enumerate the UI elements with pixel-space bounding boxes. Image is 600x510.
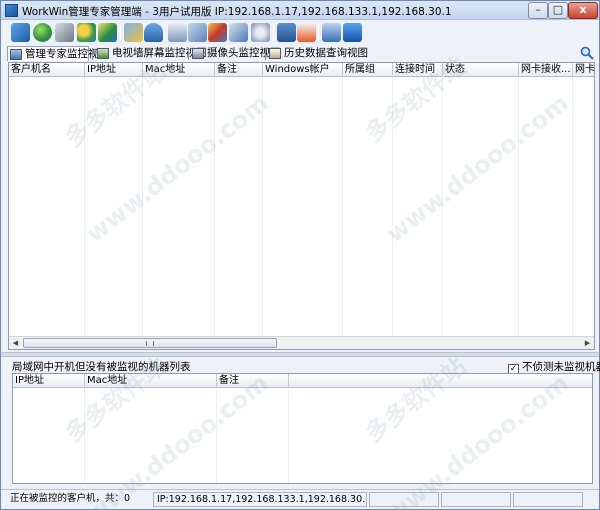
column-line	[216, 388, 217, 483]
toolbar-separator	[318, 24, 319, 41]
column-header[interactable]: 连接时间	[393, 63, 443, 77]
column-line	[142, 77, 143, 337]
remote-screen-icon[interactable]	[208, 23, 227, 42]
toolbar-separator	[164, 24, 165, 41]
user-info-icon[interactable]	[188, 23, 207, 42]
column-line	[518, 77, 519, 337]
column-line	[342, 77, 343, 337]
toolbar-separator	[120, 24, 121, 41]
scroll-right-icon[interactable]: ▶	[581, 337, 594, 349]
resize-grip-icon[interactable]	[585, 492, 597, 507]
status-bar: 正在被监控的客户机，共：0 IP:192.168.1.17,192.168.13…	[1, 489, 599, 509]
tab-manager-view[interactable]: 管理专家监控视图	[7, 46, 109, 61]
scroll-left-icon[interactable]: ◀	[9, 337, 22, 349]
column-line	[392, 77, 393, 337]
tab-camera-view[interactable]: 摄像头监控视图	[190, 46, 281, 61]
help-icon[interactable]	[343, 23, 362, 42]
export-icon[interactable]	[277, 23, 296, 42]
tab-history-view[interactable]: 历史数据查询视图	[267, 46, 368, 61]
config-icon[interactable]	[55, 23, 74, 42]
users-icon[interactable]	[77, 23, 96, 42]
window-title: WorkWin管理专家管理端 - 3用户试用版 IP:192.168.1.17,…	[22, 6, 452, 18]
tv-wall-icon	[97, 48, 109, 59]
monitor-icon[interactable]	[144, 23, 163, 42]
column-line	[84, 77, 85, 337]
column-header[interactable]: 客户机名	[9, 63, 85, 77]
client-grid[interactable]: 客户机名 IP地址 Mac地址 备注 Windows帐户 所属组 连接时间 状态…	[8, 62, 595, 350]
column-header[interactable]: IP地址	[13, 374, 85, 388]
status-panel-empty	[441, 492, 511, 507]
column-header[interactable]: 网卡接收...	[519, 63, 573, 77]
column-header[interactable]: 状态	[443, 63, 519, 77]
title-bar[interactable]: WorkWin管理专家管理端 - 3用户试用版 IP:192.168.1.17,…	[1, 1, 599, 20]
toolbar	[1, 21, 599, 45]
column-line	[288, 388, 289, 483]
column-header[interactable]: IP地址	[85, 63, 143, 77]
network-icon[interactable]	[98, 23, 117, 42]
column-header[interactable]: 网卡	[573, 63, 594, 77]
status-panel-empty	[369, 492, 439, 507]
tab-divider	[265, 48, 266, 60]
panel-splitter[interactable]	[1, 352, 599, 357]
shop-icon[interactable]	[297, 23, 316, 42]
checkbox-label: 不侦测未监视机器	[522, 361, 600, 373]
app-icon	[5, 4, 18, 17]
toolbar-separator	[273, 24, 274, 41]
purchase-icon[interactable]	[322, 23, 341, 42]
search-icon[interactable]	[580, 46, 594, 60]
scrollbar-thumb[interactable]	[23, 338, 277, 348]
unmonitored-grid-header: IP地址 Mac地址 备注	[13, 374, 592, 388]
tab-tv-wall-view[interactable]: 电视墙屏幕监控视图	[95, 46, 207, 61]
manager-view-icon	[10, 49, 22, 60]
view-tabs: 管理专家监控视图 电视墙屏幕监控视图 摄像头监控视图 历史数据查询视图	[1, 45, 599, 62]
main-window: WorkWin管理专家管理端 - 3用户试用版 IP:192.168.1.17,…	[0, 0, 600, 510]
column-line	[572, 77, 573, 337]
column-header[interactable]: Mac地址	[143, 63, 215, 77]
agent-list-icon[interactable]	[11, 23, 30, 42]
column-header[interactable]: 所属组	[343, 63, 393, 77]
column-line	[84, 388, 85, 483]
message-icon[interactable]	[168, 23, 187, 42]
column-line	[442, 77, 443, 337]
client-grid-header: 客户机名 IP地址 Mac地址 备注 Windows帐户 所属组 连接时间 状态…	[9, 63, 594, 77]
maximize-button[interactable]: □	[548, 2, 568, 19]
tab-divider	[92, 48, 93, 60]
minimize-button[interactable]: –	[528, 2, 548, 19]
column-header[interactable]: 备注	[215, 63, 263, 77]
column-header[interactable]: 备注	[217, 374, 289, 388]
column-header[interactable]: Windows帐户	[263, 63, 343, 77]
disk-icon[interactable]	[229, 23, 248, 42]
history-icon	[269, 48, 281, 59]
column-line	[262, 77, 263, 337]
grip-icon	[146, 341, 154, 346]
usb-icon[interactable]	[124, 23, 143, 42]
globe-icon[interactable]	[33, 23, 52, 42]
report-icon[interactable]	[251, 23, 270, 42]
column-header[interactable]: Mac地址	[85, 374, 217, 388]
client-count-status: 正在被监控的客户机，共：0	[10, 493, 131, 504]
close-button[interactable]: x	[568, 2, 598, 19]
unmonitored-list-title: 局域网中开机但没有被监视的机器列表	[12, 361, 191, 373]
tab-label: 历史数据查询视图	[284, 47, 368, 59]
horizontal-scrollbar[interactable]: ◀ ▶	[9, 336, 594, 349]
status-panel-empty	[513, 492, 583, 507]
column-line	[214, 77, 215, 337]
ip-status: IP:192.168.1.17,192.168.133.1,192.168.30…	[153, 492, 367, 507]
tab-divider	[188, 48, 189, 60]
camera-icon	[192, 48, 204, 59]
unmonitored-grid[interactable]: IP地址 Mac地址 备注	[12, 373, 593, 484]
